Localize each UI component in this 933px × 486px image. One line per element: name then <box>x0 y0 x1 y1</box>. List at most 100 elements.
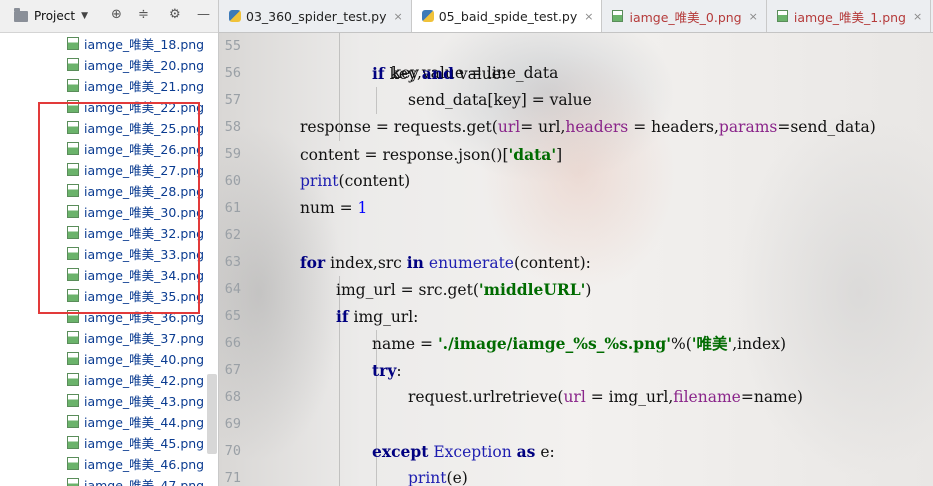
tab-label: 03_360_spider_test.py <box>246 8 387 24</box>
code-line-59: content = response.json()['data'] <box>300 141 562 168</box>
file-name: iamge_唯美_47.png <box>84 478 205 486</box>
code-text: num = <box>300 199 358 217</box>
code-line-56: if key and value: <box>372 60 506 87</box>
builtin: print <box>300 172 339 190</box>
file-tree-item[interactable]: iamge_唯美_47.png <box>0 474 205 486</box>
code-text: ,index) <box>732 335 787 353</box>
png-file-icon <box>67 478 79 486</box>
png-file-icon <box>67 352 79 365</box>
code-line-63: for index,src in enumerate(content): <box>300 249 591 276</box>
line-number: 66 <box>224 335 241 351</box>
file-name: iamge_唯美_43.png <box>84 394 205 409</box>
number-literal: 1 <box>357 199 368 217</box>
string-literal: './image/iamge_%s_%s.png' <box>437 334 671 353</box>
keyword: except <box>372 442 429 461</box>
file-tree-item[interactable]: iamge_唯美_18.png <box>0 33 205 54</box>
code-line-68: request.urlretrieve(url = img_url,filena… <box>408 384 803 411</box>
line-number: 69 <box>224 416 241 432</box>
code-text: : <box>396 362 402 380</box>
builtin: Exception <box>433 443 512 461</box>
file-tree-item[interactable]: iamge_唯美_21.png <box>0 75 205 96</box>
file-tree-item[interactable]: iamge_唯美_46.png <box>0 453 205 474</box>
line-number: 55 <box>224 38 241 54</box>
code-text: (content): <box>513 254 591 272</box>
png-file-icon <box>67 436 79 449</box>
hide-icon[interactable]: — <box>197 8 210 22</box>
python-file-icon <box>421 10 434 22</box>
code-text: = img_url, <box>585 388 674 406</box>
png-file-icon <box>67 58 79 71</box>
png-file-icon <box>67 37 79 50</box>
line-number: 70 <box>224 443 241 459</box>
file-tree-item[interactable]: iamge_唯美_40.png <box>0 348 205 369</box>
close-icon[interactable]: × <box>584 10 593 23</box>
line-number: 64 <box>224 281 241 297</box>
project-title[interactable]: Project <box>34 9 75 23</box>
file-tree-item[interactable]: iamge_唯美_37.png <box>0 327 205 348</box>
line-number: 67 <box>224 362 241 378</box>
png-file-icon <box>67 79 79 92</box>
editor-tab[interactable]: 05_baid_spide_test.py × <box>411 0 603 32</box>
keyword: if <box>372 64 385 83</box>
file-name: iamge_唯美_42.png <box>84 373 205 388</box>
png-file-icon <box>612 10 624 22</box>
code-text: value: <box>453 65 507 83</box>
close-icon[interactable]: × <box>913 10 922 23</box>
editor-tab-bar: 03_360_spider_test.py × 05_baid_spide_test… <box>219 0 933 33</box>
file-name: iamge_唯美_37.png <box>84 331 205 346</box>
png-file-icon <box>67 373 79 386</box>
file-name: iamge_唯美_46.png <box>84 457 205 472</box>
code-text: e: <box>535 443 555 461</box>
close-icon[interactable]: × <box>749 10 758 23</box>
png-file-icon <box>67 415 79 428</box>
file-name: iamge_唯美_45.png <box>84 436 205 451</box>
string-literal: '唯美' <box>691 334 733 353</box>
line-number: 63 <box>224 254 241 270</box>
editor-tab[interactable]: iamge_唯美_0.png × <box>602 0 767 32</box>
tab-label: 05_baid_spide_test.py <box>438 8 578 24</box>
string-literal: 'middleURL' <box>478 280 586 299</box>
keyword: try <box>372 361 397 380</box>
png-file-icon <box>67 331 79 344</box>
line-number: 71 <box>224 470 241 486</box>
file-name: iamge_唯美_18.png <box>84 37 205 52</box>
file-tree-item[interactable]: iamge_唯美_20.png <box>0 54 205 75</box>
line-number: 68 <box>224 389 241 405</box>
code-text: index,src <box>325 254 407 272</box>
target-icon[interactable]: ⊕ <box>111 8 122 22</box>
line-number: 59 <box>224 146 241 162</box>
code-text: ] <box>556 146 563 164</box>
code-line-60: print(content) <box>300 168 410 195</box>
collapse-icon[interactable]: ≑ <box>138 8 149 22</box>
file-name: iamge_唯美_40.png <box>84 352 205 367</box>
file-tree-item[interactable]: iamge_唯美_45.png <box>0 432 205 453</box>
code-text: =send_data) <box>777 118 876 136</box>
png-file-icon <box>776 10 788 22</box>
file-tree-item[interactable]: iamge_唯美_43.png <box>0 390 205 411</box>
python-file-icon <box>229 10 241 22</box>
tab-label: iamge_唯美_0.png <box>629 9 742 25</box>
keyword: in <box>406 253 424 272</box>
file-tree-item[interactable]: iamge_唯美_42.png <box>0 369 205 390</box>
line-number: 57 <box>224 92 241 108</box>
close-icon[interactable]: × <box>394 10 403 23</box>
keyword: for <box>300 253 326 272</box>
code-text: send_data[key] = value <box>408 91 592 109</box>
project-scrollbar[interactable] <box>207 374 217 454</box>
code-editor[interactable]: 55 56 57 58 59 60 61 62 63 64 65 66 67 68 69 70 71 key,v… <box>219 33 933 486</box>
project-panel-header: Project ▼ ⊕ ≑ ⚙ — <box>0 0 218 33</box>
editor-tab[interactable]: 03_360_spider_test.py × <box>219 0 412 32</box>
editor-tab[interactable]: iamge_唯美_1.png × <box>767 0 932 32</box>
code-text: img_url: <box>348 308 419 326</box>
file-name: iamge_唯美_21.png <box>84 79 205 94</box>
line-number: 62 <box>224 227 241 243</box>
chevron-down-icon[interactable]: ▼ <box>81 11 88 21</box>
file-tree-item[interactable]: iamge_唯美_44.png <box>0 411 205 432</box>
code-line-67: try: <box>372 357 402 384</box>
gear-icon[interactable]: ⚙ <box>169 8 181 22</box>
code-text: %( <box>670 335 692 353</box>
png-file-icon <box>67 394 79 407</box>
keyword: if <box>336 307 349 326</box>
code-text: request.urlretrieve( <box>408 388 564 406</box>
code-line-65: if img_url: <box>336 303 418 330</box>
